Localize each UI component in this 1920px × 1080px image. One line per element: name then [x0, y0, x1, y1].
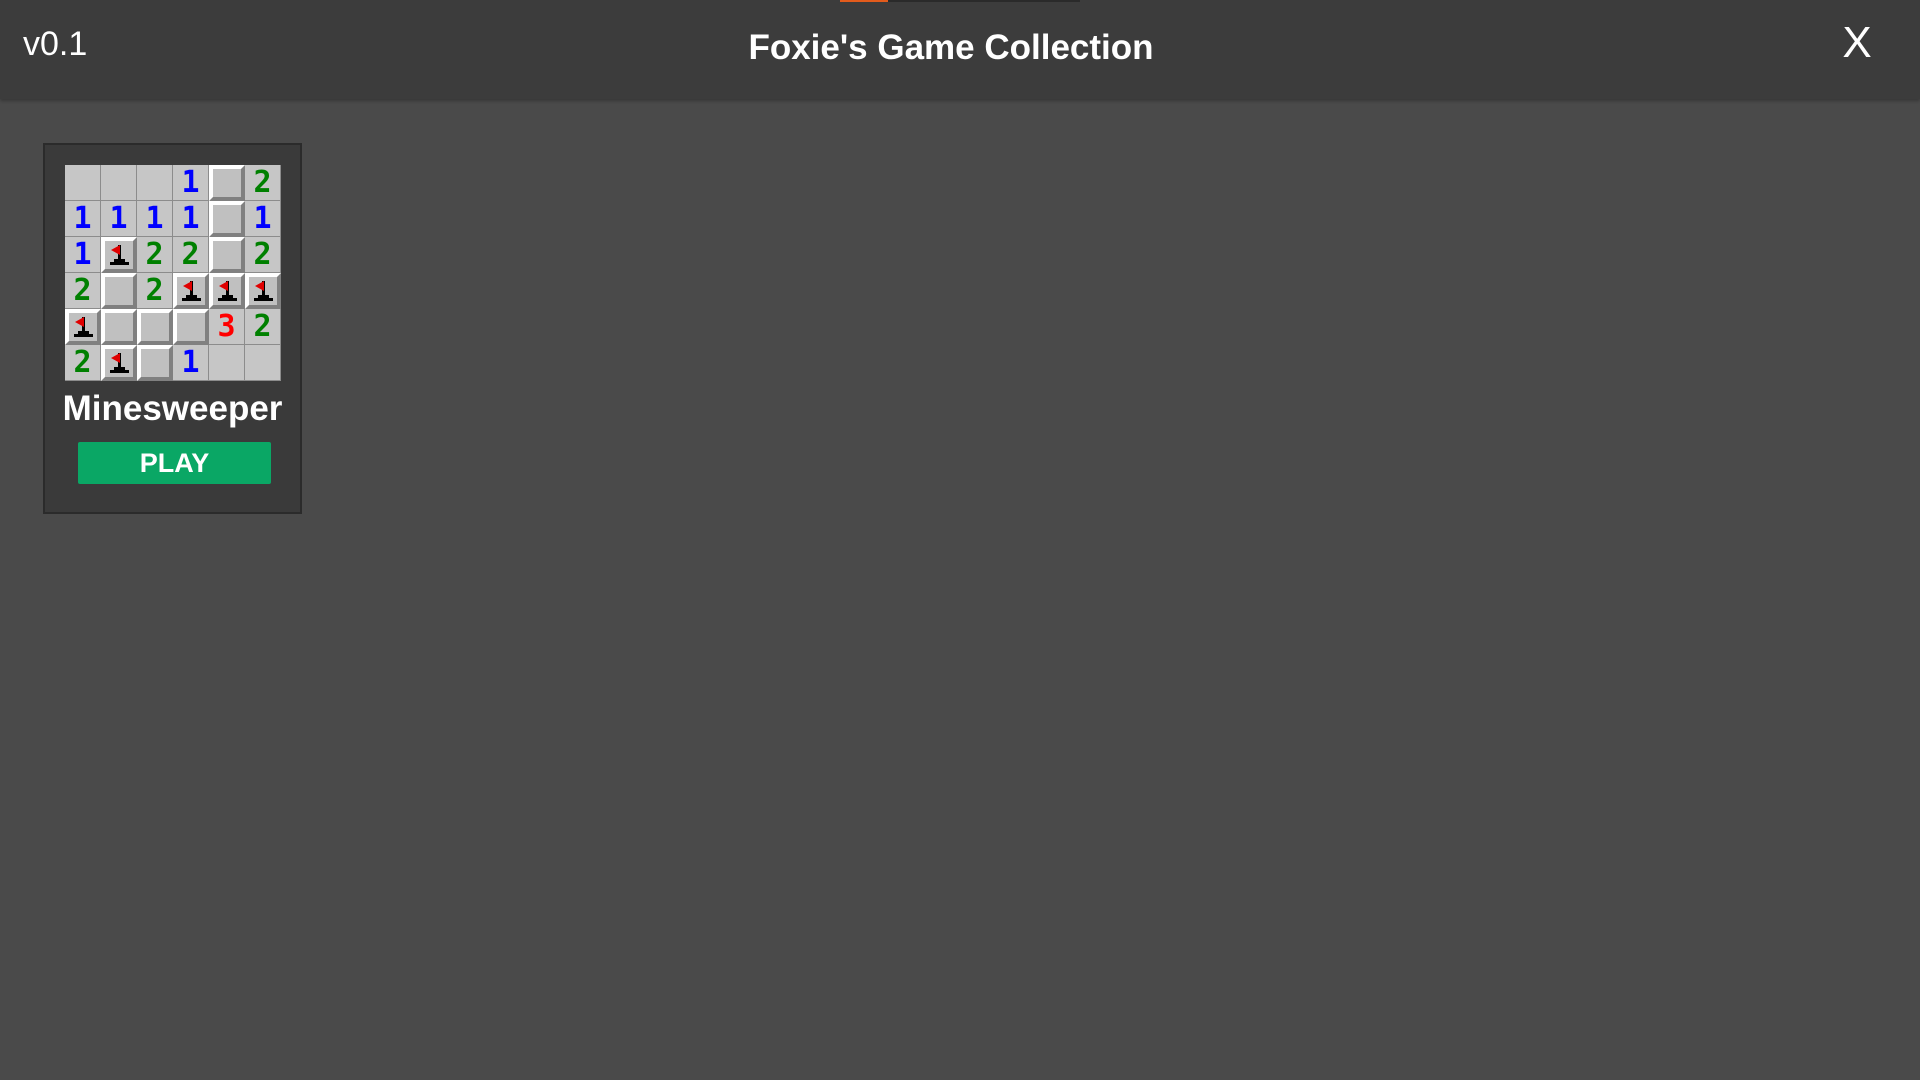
- cell-number: 1: [253, 200, 272, 236]
- covered-cell: [209, 237, 245, 273]
- app-header: v0.1 Foxie's Game Collection X: [0, 0, 1920, 99]
- number-cell: 2: [245, 165, 281, 201]
- number-cell: 2: [245, 237, 281, 273]
- flag-icon: [73, 315, 93, 339]
- flag-cell: [101, 237, 137, 273]
- cell-number: 2: [145, 236, 164, 272]
- number-cell: 1: [245, 201, 281, 237]
- number-cell: 1: [65, 237, 101, 273]
- empty-cell: [65, 165, 101, 201]
- covered-cell: [173, 309, 209, 345]
- cell-number: 1: [181, 344, 200, 380]
- game-title: Minesweeper: [62, 389, 283, 428]
- covered-cell: [209, 201, 245, 237]
- number-cell: 2: [137, 273, 173, 309]
- minesweeper-thumbnail[interactable]: 12111111222223221: [65, 165, 281, 381]
- number-cell: 1: [65, 201, 101, 237]
- covered-cell: [101, 309, 137, 345]
- game-card-minesweeper[interactable]: 12111111222223221 Minesweeper PLAY: [43, 143, 302, 514]
- flag-cell: [209, 273, 245, 309]
- number-cell: 3: [209, 309, 245, 345]
- empty-cell: [137, 165, 173, 201]
- number-cell: 1: [173, 201, 209, 237]
- cell-number: 2: [253, 236, 272, 272]
- cell-number: 2: [145, 272, 164, 308]
- number-cell: 2: [65, 345, 101, 381]
- flag-icon: [109, 243, 129, 267]
- cell-number: 3: [217, 308, 236, 344]
- cell-number: 2: [253, 164, 272, 200]
- close-button[interactable]: X: [1832, 18, 1882, 68]
- cell-number: 2: [253, 308, 272, 344]
- cell-number: 2: [73, 272, 92, 308]
- flag-icon: [217, 279, 237, 303]
- number-cell: 2: [137, 237, 173, 273]
- empty-cell: [101, 165, 137, 201]
- covered-cell: [209, 165, 245, 201]
- flag-cell: [65, 309, 101, 345]
- play-button[interactable]: PLAY: [78, 442, 271, 484]
- cell-number: 2: [73, 344, 92, 380]
- flag-icon: [109, 351, 129, 375]
- covered-cell: [137, 345, 173, 381]
- flag-icon: [181, 279, 201, 303]
- number-cell: 1: [173, 165, 209, 201]
- covered-cell: [101, 273, 137, 309]
- cell-number: 1: [181, 200, 200, 236]
- loading-indicator-progress: [840, 0, 888, 2]
- flag-cell: [173, 273, 209, 309]
- cell-number: 1: [73, 200, 92, 236]
- cell-number: 1: [73, 236, 92, 272]
- cell-number: 1: [181, 164, 200, 200]
- flag-cell: [101, 345, 137, 381]
- cell-number: 1: [109, 200, 128, 236]
- empty-cell: [245, 345, 281, 381]
- covered-cell: [137, 309, 173, 345]
- flag-cell: [245, 273, 281, 309]
- cell-number: 2: [181, 236, 200, 272]
- number-cell: 2: [245, 309, 281, 345]
- number-cell: 2: [173, 237, 209, 273]
- loading-indicator: [840, 0, 1080, 2]
- number-cell: 2: [65, 273, 101, 309]
- empty-cell: [209, 345, 245, 381]
- number-cell: 1: [101, 201, 137, 237]
- cell-number: 1: [145, 200, 164, 236]
- number-cell: 1: [137, 201, 173, 237]
- app-title: Foxie's Game Collection: [748, 28, 1154, 67]
- flag-icon: [253, 279, 273, 303]
- number-cell: 1: [173, 345, 209, 381]
